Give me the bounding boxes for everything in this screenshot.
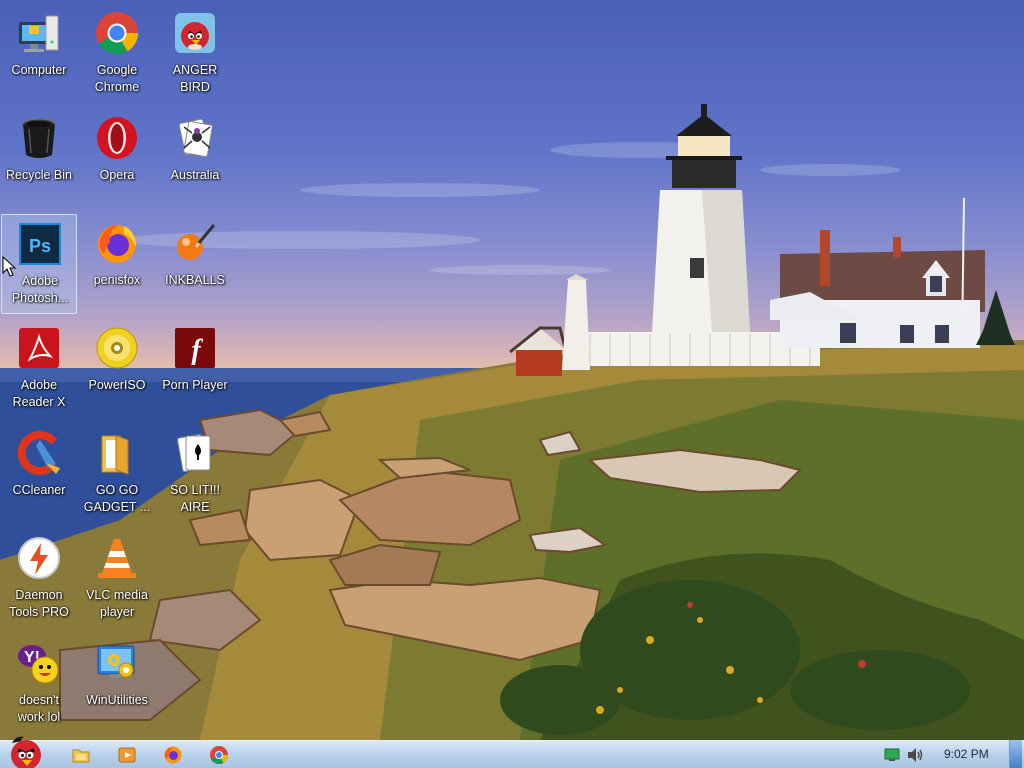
explorer-icon	[72, 749, 90, 763]
volume-icon[interactable]	[906, 747, 924, 763]
desktop-icon-label: Google Chrome	[94, 63, 140, 94]
desktop-icon-inkballs[interactable]: INKBALLS	[157, 214, 233, 314]
angry-bird-start-icon	[11, 736, 41, 768]
desktop-icon-label: PowerISO	[88, 378, 146, 392]
desktop-icon-label: Daemon Tools PRO	[9, 588, 69, 619]
desktop-icon-vlc[interactable]: VLC media player	[79, 529, 155, 629]
desktop-icon-yahoo-messenger[interactable]: Y! doesn't work lol	[1, 634, 77, 734]
desktop-icon-opera[interactable]: Opera	[79, 109, 155, 209]
adobe-reader-icon	[16, 325, 62, 371]
photoshop-icon: Ps	[17, 221, 63, 267]
desktop-icon-label: Recycle Bin	[6, 168, 72, 182]
chrome-icon	[210, 746, 228, 765]
daemon-tools-icon	[16, 535, 62, 581]
chrome-icon	[94, 10, 140, 56]
desktop-icon-ccleaner[interactable]: CCleaner	[1, 424, 77, 524]
desktop-icon-label: VLC media player	[86, 588, 148, 619]
desktop-icon-recycle-bin[interactable]: Recycle Bin	[1, 109, 77, 209]
desktop-icon-label: penisfox	[93, 273, 141, 287]
taskbar-chrome[interactable]	[207, 744, 231, 766]
desktop-icon-daemon-tools[interactable]: Daemon Tools PRO	[1, 529, 77, 629]
desktop-icon-anger-bird[interactable]: ANGER BIRD	[157, 4, 233, 104]
desktop-icon-computer[interactable]: Computer	[1, 4, 77, 104]
spider-solitaire-icon	[172, 115, 218, 161]
taskbar-media-player[interactable]	[115, 744, 139, 766]
desktop-icon-go-go-gadget[interactable]: GO GO GADGET ...	[79, 424, 155, 524]
media-player-icon	[118, 747, 136, 763]
desktop-icon-so-lit-aire[interactable]: SO LIT!!! AIRE	[157, 424, 233, 524]
vlc-icon	[94, 535, 140, 581]
computer-icon	[16, 10, 62, 56]
desktop-icon-label: doesn't work lol	[17, 693, 61, 724]
desktop-icon-label: Opera	[99, 168, 135, 182]
inkball-icon	[172, 220, 218, 266]
desktop-icon-adobe-reader[interactable]: Adobe Reader X	[1, 319, 77, 419]
svg-text:Ps: Ps	[29, 236, 51, 256]
desktop-icon-label: Porn Player	[162, 378, 228, 392]
show-desktop-button[interactable]	[1009, 740, 1022, 768]
firefox-icon	[164, 746, 182, 764]
network-icon[interactable]	[884, 748, 900, 762]
desktop-icon-label: SO LIT!!! AIRE	[169, 483, 220, 514]
desktop-icon-label: GO GO GADGET ...	[83, 483, 151, 514]
desktop-icon-label: WinUtilities	[86, 693, 148, 707]
yahoo-messenger-icon: Y!	[16, 640, 62, 686]
desktop-icon-label: INKBALLS	[165, 273, 225, 287]
opera-icon	[94, 115, 140, 161]
folder-icon	[94, 430, 140, 476]
ccleaner-icon	[16, 430, 62, 476]
poweriso-icon	[94, 325, 140, 371]
flash-player-icon: f	[172, 325, 218, 371]
winutilities-icon	[94, 640, 140, 686]
desktop-icon-label: Adobe Reader X	[12, 378, 66, 409]
angry-bird-icon	[172, 10, 218, 56]
desktop-icon-australia[interactable]: Australia	[157, 109, 233, 209]
solitaire-icon	[172, 430, 218, 476]
recycle-bin-icon	[16, 115, 62, 161]
start-button[interactable]	[2, 733, 48, 768]
desktop-icon-winutilities[interactable]: WinUtilities	[79, 634, 155, 734]
desktop-icon-label: CCleaner	[12, 483, 66, 497]
desktop-icon-label: Australia	[170, 168, 220, 182]
taskbar-clock[interactable]: 9:02 PM	[944, 747, 989, 761]
taskbar-explorer[interactable]	[69, 744, 93, 766]
taskbar: 9:02 PM	[0, 736, 1024, 768]
mouse-cursor	[2, 256, 17, 277]
desktop-icon-label: Adobe Photosh...	[11, 274, 69, 305]
taskbar-firefox[interactable]	[161, 744, 185, 766]
desktop-icon-label: Computer	[11, 63, 67, 77]
desktop-icon-porn-player[interactable]: f Porn Player	[157, 319, 233, 419]
desktop-icon-penisfox[interactable]: penisfox	[79, 214, 155, 314]
desktop-icon-poweriso[interactable]: PowerISO	[79, 319, 155, 419]
desktop-icon-google-chrome[interactable]: Google Chrome	[79, 4, 155, 104]
firefox-icon	[94, 220, 140, 266]
desktop-icon-label: ANGER BIRD	[172, 63, 218, 94]
